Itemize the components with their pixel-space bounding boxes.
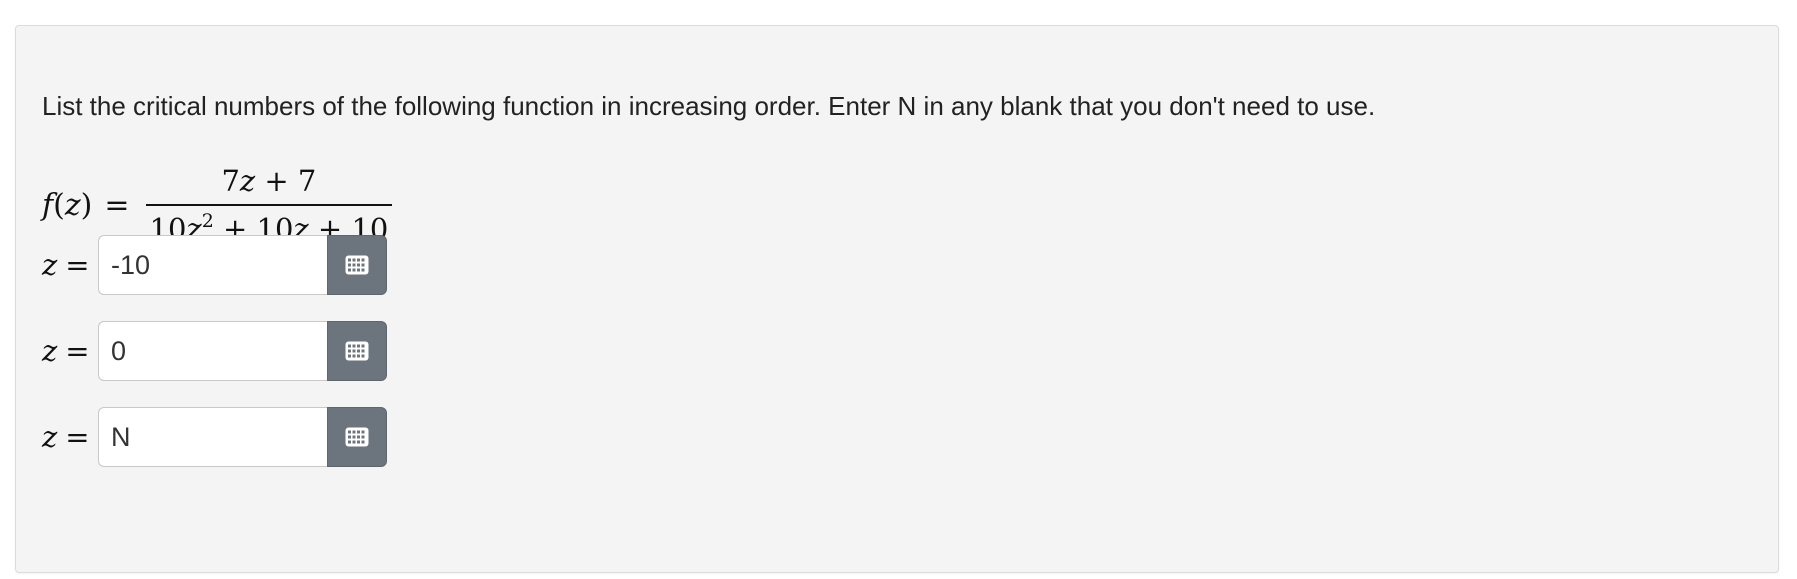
keyboard-icon: [345, 427, 369, 447]
math-keyboard-button[interactable]: [327, 321, 387, 381]
answer-input-group: [98, 235, 387, 295]
answer-input-group: [98, 407, 387, 467]
answer-input-2[interactable]: [98, 321, 327, 381]
question-instructions: List the critical numbers of the followi…: [42, 91, 1376, 121]
answer-row: z =: [42, 234, 387, 296]
formula-lhs: f(z): [42, 187, 93, 223]
answer-label: z =: [42, 334, 90, 368]
question-card: List the critical numbers of the followi…: [15, 25, 1779, 573]
answer-input-1[interactable]: [98, 235, 327, 295]
answer-row: z =: [42, 320, 387, 382]
math-keyboard-button[interactable]: [327, 235, 387, 295]
answer-label: z =: [42, 248, 90, 282]
formula-numerator: 7z + 7: [221, 164, 317, 198]
keyboard-icon: [345, 341, 369, 361]
keyboard-icon: [345, 255, 369, 275]
answer-input-group: [98, 321, 387, 381]
answer-row: z =: [42, 406, 387, 468]
math-keyboard-button[interactable]: [327, 407, 387, 467]
answer-label: z =: [42, 420, 90, 454]
formula-equals: =: [104, 187, 130, 223]
answer-input-3[interactable]: [98, 407, 327, 467]
